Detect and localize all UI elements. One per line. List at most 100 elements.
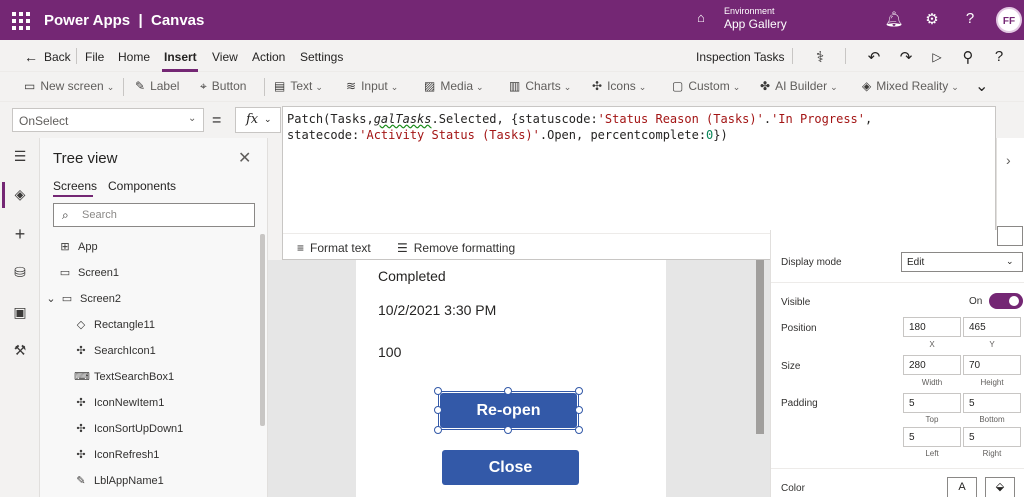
tree-search-input[interactable]: ⌕ Search xyxy=(53,203,255,227)
help-icon[interactable]: ? xyxy=(960,10,980,30)
fill-color-icon[interactable]: ⬙ xyxy=(985,477,1015,497)
close-button[interactable]: Close xyxy=(442,450,579,485)
charts-button[interactable]: ▥ Charts ⌄ xyxy=(509,79,571,93)
padding-left-input[interactable]: 5 xyxy=(903,427,961,447)
layers-icon[interactable]: ◈ xyxy=(10,186,30,206)
textbox-icon: ⌨ xyxy=(74,371,90,383)
undo-icon[interactable]: ↶ xyxy=(864,48,884,66)
tree-node-rectangle11[interactable]: ◇ Rectangle11 xyxy=(74,318,155,331)
tree-node-iconnewitem1[interactable]: ✣ IconNewItem1 xyxy=(74,396,164,409)
tree-node-screen2[interactable]: ⌄ ▭ Screen2 xyxy=(44,292,121,305)
resize-handle[interactable] xyxy=(575,387,583,395)
left-rail: ☰ ◈ + ⛁ ▣ ⚒ xyxy=(0,138,40,497)
x-input[interactable]: 180 xyxy=(903,317,961,337)
help-icon[interactable]: ? xyxy=(989,48,1009,65)
padding-right-input[interactable]: 5 xyxy=(963,427,1021,447)
menu-home[interactable]: Home xyxy=(118,50,150,64)
visible-toggle[interactable] xyxy=(989,293,1023,309)
height-input[interactable]: 70 xyxy=(963,355,1021,375)
resize-handle[interactable] xyxy=(504,426,512,434)
label-button[interactable]: ✎ Label xyxy=(135,79,179,93)
app-launcher-icon[interactable] xyxy=(10,10,30,30)
text-color-button[interactable]: A xyxy=(947,477,977,497)
mixed-reality-button[interactable]: ◈ Mixed Reality ⌄ xyxy=(862,79,959,93)
menu-settings[interactable]: Settings xyxy=(300,50,343,64)
redo-icon[interactable]: ↷ xyxy=(896,48,916,66)
chevron-right-icon[interactable]: › xyxy=(1006,152,1011,168)
resize-handle[interactable] xyxy=(575,426,583,434)
y-input[interactable]: 465 xyxy=(963,317,1021,337)
resize-handle[interactable] xyxy=(434,406,442,414)
datetime-text[interactable]: 10/2/2021 3:30 PM xyxy=(378,302,496,318)
resize-handle[interactable] xyxy=(434,387,442,395)
resize-handle[interactable] xyxy=(434,426,442,434)
canvas-scrollbar[interactable] xyxy=(756,260,764,434)
display-mode-dropdown[interactable]: Edit xyxy=(901,252,1023,272)
padding-label: Padding xyxy=(781,398,818,409)
tab-components[interactable]: Components xyxy=(108,179,176,193)
property-input[interactable] xyxy=(997,226,1023,246)
chevron-down-icon[interactable]: ⌄ xyxy=(44,292,58,305)
plus-icon[interactable]: + xyxy=(10,224,30,244)
equals-sign: = xyxy=(212,112,222,129)
tree-node-screen1[interactable]: ▭ Screen1 xyxy=(58,266,119,279)
status-text[interactable]: Completed xyxy=(378,268,446,284)
play-icon[interactable]: ▷ xyxy=(927,50,947,64)
media-icon[interactable]: ▣ xyxy=(10,304,30,324)
environment-icon: ⌂ xyxy=(697,10,705,25)
ai-builder-button[interactable]: ✤ AI Builder ⌄ xyxy=(760,79,838,93)
width-caption: Width xyxy=(921,378,943,387)
padding-top-input[interactable]: 5 xyxy=(903,393,961,413)
stethoscope-icon[interactable]: ⚕ xyxy=(810,48,830,66)
reopen-button[interactable]: Re-open xyxy=(440,393,577,428)
formula-text[interactable]: Patch(Tasks,galTasks.Selected, {statusco… xyxy=(287,111,987,143)
divider xyxy=(123,78,124,96)
fx-button[interactable]: fx xyxy=(235,107,281,133)
more-chevron-icon[interactable]: ⌄ xyxy=(975,76,988,96)
tree-node-app[interactable]: ⊞ App xyxy=(58,240,97,253)
tree-node-lblappname1[interactable]: ✎ LblAppName1 xyxy=(74,474,163,487)
percent-text[interactable]: 100 xyxy=(378,344,401,360)
width-input[interactable]: 280 xyxy=(903,355,961,375)
close-icon[interactable]: ✕ xyxy=(238,148,251,168)
tree-node-iconsortupdown1[interactable]: ✣ IconSortUpDown1 xyxy=(74,422,183,435)
environment-value[interactable]: App Gallery xyxy=(724,17,787,31)
icons-button[interactable]: ✣ Icons ⌄ xyxy=(592,79,646,93)
menu-view[interactable]: View xyxy=(212,50,238,64)
new-screen-button[interactable]: ▭ New screen ⌄ xyxy=(24,79,114,93)
resize-handle[interactable] xyxy=(575,406,583,414)
design-canvas[interactable]: Completed 10/2/2021 3:30 PM 100 Re-open … xyxy=(268,260,770,497)
tree-node-iconrefresh1[interactable]: ✣ IconRefresh1 xyxy=(74,448,159,461)
divider xyxy=(264,78,265,96)
share-user-icon[interactable]: ⚲ xyxy=(958,48,978,66)
input-button[interactable]: ≋ Input ⌄ xyxy=(346,79,398,93)
chevron-down-icon: ⌄ xyxy=(315,82,323,92)
tools-icon[interactable]: ⚒ xyxy=(10,342,30,362)
property-dropdown[interactable]: OnSelect xyxy=(12,108,204,132)
divider xyxy=(76,48,77,64)
database-icon[interactable]: ⛁ xyxy=(10,264,30,284)
tree-scrollbar[interactable] xyxy=(260,234,265,426)
text-button[interactable]: ▤ Text ⌄ xyxy=(274,79,323,93)
resize-handle[interactable] xyxy=(504,387,512,395)
hamburger-icon[interactable]: ☰ xyxy=(10,148,30,168)
app-name[interactable]: Inspection Tasks xyxy=(696,50,785,64)
tree-node-label: Screen2 xyxy=(80,293,121,305)
avatar[interactable]: FF xyxy=(996,7,1022,33)
custom-button[interactable]: ▢ Custom ⌄ xyxy=(672,79,740,93)
format-text-button[interactable]: ≡ Format text xyxy=(297,241,371,255)
button-button[interactable]: ⌖ Button xyxy=(200,79,246,94)
media-button[interactable]: ▨ Media ⌄ xyxy=(424,79,484,93)
gear-icon[interactable]: ⚙ xyxy=(922,10,942,30)
menu-action[interactable]: Action xyxy=(252,50,285,64)
notifications-icon[interactable]: 🔔︎ xyxy=(884,10,904,30)
tab-screens[interactable]: Screens xyxy=(53,179,97,193)
back-arrow-icon[interactable]: ← xyxy=(24,49,38,65)
menu-file[interactable]: File xyxy=(85,50,104,64)
menu-insert[interactable]: Insert xyxy=(164,50,197,64)
remove-formatting-button[interactable]: ☰ Remove formatting xyxy=(397,241,515,255)
tree-node-textsearchbox1[interactable]: ⌨ TextSearchBox1 xyxy=(74,370,174,383)
tree-node-searchicon1[interactable]: ✣ SearchIcon1 xyxy=(74,344,155,357)
padding-bottom-input[interactable]: 5 xyxy=(963,393,1021,413)
back-button[interactable]: Back xyxy=(44,50,71,64)
